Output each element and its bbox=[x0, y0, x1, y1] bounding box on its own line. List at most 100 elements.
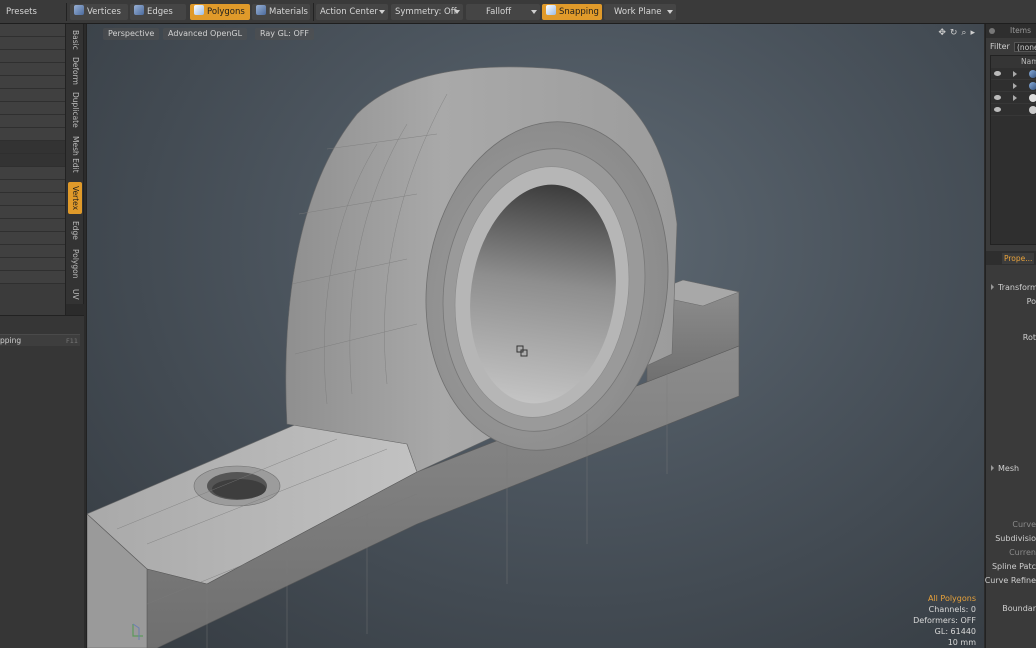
snapping-toggle[interactable]: Snapping bbox=[542, 4, 602, 20]
panel-menu-icon[interactable] bbox=[989, 28, 995, 34]
name-column-header[interactable]: Nam bbox=[991, 56, 1036, 68]
shading-mode-button[interactable]: Advanced OpenGL bbox=[163, 28, 248, 40]
vertices-label: Vertices bbox=[87, 7, 121, 17]
eye-icon[interactable] bbox=[994, 95, 1001, 100]
tool-list-row[interactable] bbox=[0, 76, 65, 89]
rotate-view-icon[interactable]: ↻ bbox=[950, 28, 962, 38]
channels-stat: Channels: 0 bbox=[928, 605, 976, 614]
presets-button[interactable]: Presets bbox=[2, 4, 41, 20]
tab-edge[interactable]: Edge bbox=[68, 218, 82, 242]
properties-tab-bar: Prope... bbox=[986, 251, 1036, 265]
eye-icon[interactable] bbox=[994, 107, 1001, 112]
tool-list-row[interactable] bbox=[0, 258, 65, 271]
axis-gizmo-icon bbox=[132, 623, 143, 640]
chevron-down-icon bbox=[531, 10, 537, 14]
boundary-label: Boundar bbox=[1002, 604, 1036, 613]
polygons-label: Polygons bbox=[207, 7, 245, 17]
3d-viewport[interactable]: Perspective Advanced OpenGL Ray GL: OFF … bbox=[86, 24, 984, 648]
curve-refine-label: Curve Refine bbox=[984, 576, 1036, 585]
viewport-header: Perspective Advanced OpenGL Ray GL: OFF … bbox=[87, 24, 984, 44]
gl-poly-count-stat: GL: 61440 bbox=[934, 627, 976, 636]
tool-list-row[interactable] bbox=[0, 115, 65, 128]
snapping-label: Snapping bbox=[559, 7, 599, 17]
right-panel: Items Filter (none Nam Prope... Transfor… bbox=[985, 24, 1036, 648]
tool-list-row[interactable] bbox=[0, 271, 65, 284]
snapping-icon bbox=[546, 5, 556, 15]
tab-duplicate[interactable]: Duplicate bbox=[68, 90, 82, 130]
deformers-stat: Deformers: OFF bbox=[913, 616, 976, 625]
tool-list-row[interactable] bbox=[0, 245, 65, 258]
tool-list-row[interactable] bbox=[0, 50, 65, 63]
tool-list-row[interactable] bbox=[0, 193, 65, 206]
tool-properties-panel: pping F11 bbox=[0, 315, 84, 648]
tool-list-row[interactable] bbox=[0, 102, 65, 115]
mesh-item-icon bbox=[1029, 82, 1036, 90]
expand-arrow-icon[interactable] bbox=[1013, 71, 1017, 77]
list-item[interactable] bbox=[991, 68, 1036, 80]
vertices-icon bbox=[74, 5, 84, 15]
tool-list-row[interactable] bbox=[0, 219, 65, 232]
tab-vertex[interactable]: Vertex bbox=[68, 182, 82, 214]
symmetry-dropdown[interactable]: Symmetry: Off bbox=[391, 4, 463, 20]
tool-list-row[interactable] bbox=[0, 167, 65, 180]
item-list[interactable]: Nam bbox=[990, 55, 1036, 245]
tab-properties[interactable]: Prope... bbox=[1002, 253, 1035, 264]
expand-arrow-icon[interactable] bbox=[1013, 95, 1017, 101]
grid-units-stat: 10 mm bbox=[947, 638, 976, 647]
move-view-icon[interactable]: ✥ bbox=[938, 28, 950, 38]
view-mode-button[interactable]: Perspective bbox=[103, 28, 160, 40]
chevron-down-icon bbox=[667, 10, 673, 14]
list-item[interactable] bbox=[991, 92, 1036, 104]
tool-list-row[interactable] bbox=[0, 180, 65, 193]
tool-tabs: Basic Deform Duplicate Mesh Edit Vertex … bbox=[66, 24, 84, 304]
tool-list-row[interactable] bbox=[0, 63, 65, 76]
items-panel-title[interactable]: Items bbox=[1010, 26, 1031, 35]
tool-list-row[interactable] bbox=[0, 89, 65, 102]
toolbar-divider bbox=[66, 3, 67, 21]
symmetry-label: Symmetry: Off bbox=[395, 7, 457, 17]
polygons-mode-button[interactable]: Polygons bbox=[190, 4, 250, 20]
snapping-row[interactable]: pping F11 bbox=[0, 334, 80, 346]
vertices-mode-button[interactable]: Vertices bbox=[70, 4, 128, 20]
presets-label: Presets bbox=[6, 7, 37, 17]
filter-row: Filter (none bbox=[986, 41, 1036, 53]
tool-list-row[interactable] bbox=[0, 232, 65, 245]
action-center-dropdown[interactable]: Action Center bbox=[316, 4, 388, 20]
materials-label: Materials bbox=[269, 7, 308, 17]
tool-list-row[interactable] bbox=[0, 24, 65, 37]
tool-list-row[interactable] bbox=[0, 37, 65, 50]
pillow-block-model[interactable] bbox=[87, 24, 984, 648]
tab-mesh-edit[interactable]: Mesh Edit bbox=[68, 134, 82, 174]
expand-arrow-icon[interactable] bbox=[1013, 83, 1017, 89]
transform-section[interactable]: Transform bbox=[991, 283, 1036, 292]
spline-patch-label: Spline Patc bbox=[991, 562, 1036, 571]
toolbar-divider bbox=[313, 3, 314, 21]
eye-icon[interactable] bbox=[994, 71, 1001, 76]
curve-label: Curve bbox=[1012, 520, 1036, 529]
work-plane-dropdown[interactable]: Work Plane bbox=[604, 4, 676, 20]
list-item[interactable] bbox=[991, 104, 1036, 116]
tool-list-row[interactable] bbox=[0, 206, 65, 219]
position-label: Po bbox=[1026, 297, 1036, 306]
filter-dropdown[interactable]: (none bbox=[1014, 42, 1036, 52]
list-item[interactable] bbox=[991, 80, 1036, 92]
tab-basic[interactable]: Basic bbox=[68, 28, 82, 52]
edges-mode-button[interactable]: Edges bbox=[130, 4, 186, 20]
items-panel-header: Items bbox=[986, 24, 1036, 38]
tool-list-row[interactable] bbox=[0, 128, 65, 141]
ray-gl-toggle[interactable]: Ray GL: OFF bbox=[255, 28, 314, 40]
mesh-section[interactable]: Mesh bbox=[991, 464, 1019, 473]
tab-deform[interactable]: Deform bbox=[68, 56, 82, 86]
scene-item-icon bbox=[1029, 70, 1036, 78]
falloff-label: Falloff bbox=[486, 7, 512, 17]
tab-polygon[interactable]: Polygon bbox=[68, 246, 82, 282]
edges-label: Edges bbox=[147, 7, 173, 17]
viewport-menu-icon[interactable]: ▸ bbox=[970, 28, 979, 38]
falloff-dropdown[interactable]: Falloff bbox=[466, 4, 540, 20]
polygons-icon bbox=[194, 5, 204, 15]
tab-uv[interactable]: UV bbox=[68, 286, 82, 302]
materials-mode-button[interactable]: Materials bbox=[252, 4, 310, 20]
main-toolbar: Presets Vertices Edges Polygons Material… bbox=[0, 0, 1036, 24]
camera-item-icon bbox=[1029, 94, 1036, 102]
edges-icon bbox=[134, 5, 144, 15]
